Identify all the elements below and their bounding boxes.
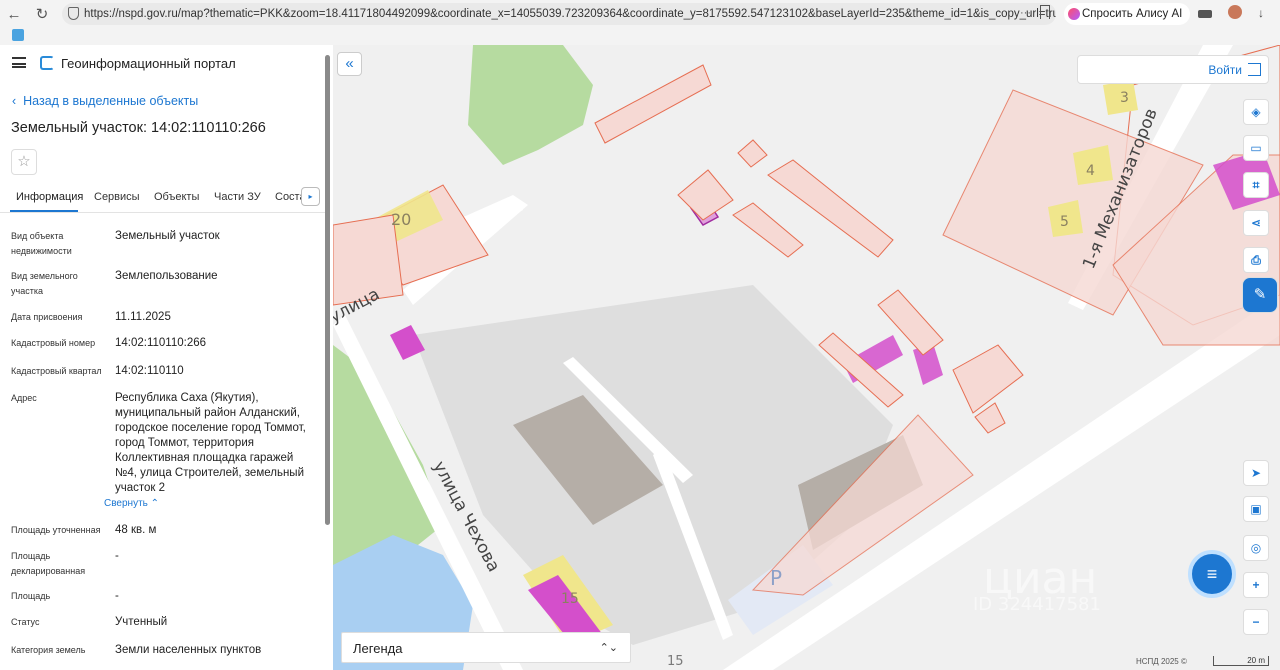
select-area-icon[interactable]: ⌗	[1243, 172, 1269, 198]
profile-avatar[interactable]	[1228, 5, 1242, 19]
tab-information[interactable]: Информация	[16, 191, 83, 203]
map-canvas[interactable]: 20 3 4 5 15 15 P улица Чехова 1-я Механи…	[333, 45, 1280, 670]
field-label: Статус	[11, 617, 40, 627]
reload-icon[interactable]: ↻	[28, 0, 56, 28]
favorite-star-icon[interactable]: ☆	[11, 149, 37, 175]
building-number-label: 15	[561, 591, 579, 607]
chevron-up-icon: ⌃	[150, 498, 160, 509]
chevron-left-icon: ‹	[12, 94, 17, 108]
portal-name: Геоинформационный портал	[61, 56, 236, 71]
map-copyright: НСПД 2025 ©	[1136, 657, 1187, 666]
field-value: Учтенный	[115, 616, 168, 628]
ruler-icon[interactable]: ▭	[1243, 135, 1269, 161]
field-label: Вид земельного участка	[11, 271, 78, 296]
field-value: -	[115, 550, 119, 562]
tab-bar: Информация Сервисы Объекты Части ЗУ Сост…	[0, 180, 325, 213]
tab-services[interactable]: Сервисы	[94, 191, 140, 203]
field-label: Адрес	[11, 393, 37, 403]
map-scale: 20 m	[1213, 656, 1269, 666]
zoom-out-button[interactable]: −	[1243, 609, 1269, 635]
portal-logo-icon	[40, 56, 54, 70]
building-number-label: 3	[1120, 90, 1129, 106]
field-value: 14:02:110110	[115, 365, 184, 377]
field-value: Республика Саха (Якутия), муниципальный …	[115, 392, 306, 494]
side-panel: Геоинформационный портал ‹ Назад в выдел…	[0, 45, 333, 670]
layers-icon[interactable]: ◈	[1243, 99, 1269, 125]
watermark-id: ID 324417581	[973, 594, 1101, 615]
chevron-updown-icon: ⌃⌄	[599, 642, 618, 654]
zoom-in-button[interactable]: +	[1243, 572, 1269, 598]
field-label: Дата присвоения	[11, 312, 83, 322]
parking-label: P	[770, 566, 782, 590]
field-label: Кадастровый квартал	[11, 366, 102, 376]
field-label: Площадь уточненная	[11, 525, 101, 535]
minimap-icon[interactable]: ▣	[1243, 496, 1269, 522]
field-label: Кадастровый номер	[11, 338, 96, 348]
field-label: Площадь	[11, 591, 51, 601]
collapse-link[interactable]: Свернуть ⌃	[104, 498, 159, 509]
back-arrow-icon[interactable]: ←	[0, 0, 28, 28]
site-info-icon[interactable]	[68, 7, 79, 20]
building-number-label: 15	[667, 654, 684, 669]
tab-icon[interactable]	[1198, 10, 1212, 18]
field-label: Категория земель	[11, 645, 86, 655]
login-label: Войти	[1208, 63, 1242, 77]
bookmarks-bar	[0, 28, 1280, 45]
page-title: Земельный участок: 14:02:110110:266	[11, 120, 266, 136]
field-value: 14:02:110110:266	[115, 337, 207, 349]
bookmark-favicon-icon[interactable]	[12, 29, 24, 41]
collapse-panel-button[interactable]: «	[337, 52, 362, 76]
field-label: Вид объекта недвижимости	[11, 231, 72, 256]
field-value: Земельный участок	[115, 230, 220, 242]
print-icon[interactable]: ⎙	[1243, 247, 1269, 273]
browser-toolbar: ← ↻ https://nspd.gov.ru/map?thematic=PKK…	[0, 0, 1280, 28]
building-number-label: 20	[391, 210, 411, 229]
panel-scrollbar[interactable]	[325, 55, 330, 525]
field-label: Площадь декларированная	[11, 551, 86, 576]
field-value: 11.11.2025	[115, 311, 171, 323]
tab-parts[interactable]: Части ЗУ	[214, 191, 261, 203]
building-number-label: 4	[1086, 163, 1095, 179]
alice-button[interactable]: Спросить Алису AI	[1064, 3, 1191, 25]
login-button[interactable]: Войти	[1077, 55, 1269, 84]
legend-dropdown[interactable]: Легенда ⌃⌄	[341, 632, 631, 663]
collapse-label: Свернуть	[104, 498, 148, 509]
back-link-label: Назад в выделенные объекты	[23, 94, 199, 108]
bookmark-icon[interactable]	[1040, 5, 1050, 19]
field-value: 48 кв. м	[115, 524, 157, 536]
share-icon[interactable]: ⋖	[1243, 210, 1269, 236]
field-value: -	[115, 590, 119, 602]
building-number-label: 5	[1060, 214, 1069, 230]
chat-icon[interactable]: ≡	[1188, 550, 1236, 598]
tab-objects[interactable]: Объекты	[154, 191, 199, 203]
download-icon[interactable]: ↓	[1258, 6, 1264, 20]
back-link[interactable]: ‹ Назад в выделенные объекты	[12, 94, 198, 108]
map-view[interactable]: 20 3 4 5 15 15 P улица Чехова 1-я Механи…	[333, 45, 1280, 670]
tabs-scroll-right-icon[interactable]: ▸	[301, 187, 320, 206]
legend-label: Легенда	[353, 641, 403, 656]
geolocation-icon[interactable]: ➤	[1243, 460, 1269, 486]
login-icon	[1248, 63, 1261, 76]
draw-tool-icon[interactable]: ✎	[1242, 277, 1278, 313]
address-bar[interactable]: https://nspd.gov.ru/map?thematic=PKK&zoo…	[62, 3, 1056, 25]
active-tab-underline	[10, 210, 78, 212]
field-value: Землепользование	[115, 270, 218, 282]
location-search-icon[interactable]: ◎	[1243, 535, 1269, 561]
field-value: Земли населенных пунктов	[115, 644, 262, 656]
menu-icon[interactable]	[12, 57, 26, 68]
more-dots-icon[interactable]: ···	[1020, 7, 1031, 19]
url-text: https://nspd.gov.ru/map?thematic=PKK&zoo…	[84, 8, 1056, 20]
